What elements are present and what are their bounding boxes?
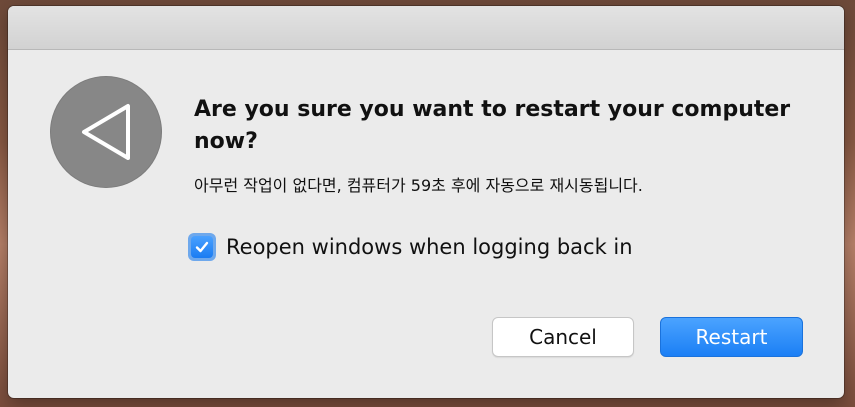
dialog-message: 아무런 작업이 없다면, 컴퓨터가 59초 후에 자동으로 재시동됩니다. [194, 176, 643, 195]
dialog-title: Are you sure you want to restart your co… [194, 97, 791, 154]
dialog-titlebar[interactable] [8, 6, 844, 50]
reopen-windows-checkbox[interactable] [188, 233, 216, 261]
checkmark-icon [195, 241, 209, 253]
restart-dialog: Are you sure you want to restart your co… [8, 6, 844, 398]
reopen-windows-label[interactable]: Reopen windows when logging back in [226, 235, 633, 259]
restart-icon [50, 76, 162, 188]
reopen-windows-option[interactable]: Reopen windows when logging back in [188, 230, 633, 264]
restart-button[interactable]: Restart [660, 317, 803, 357]
cancel-button[interactable]: Cancel [492, 317, 634, 357]
